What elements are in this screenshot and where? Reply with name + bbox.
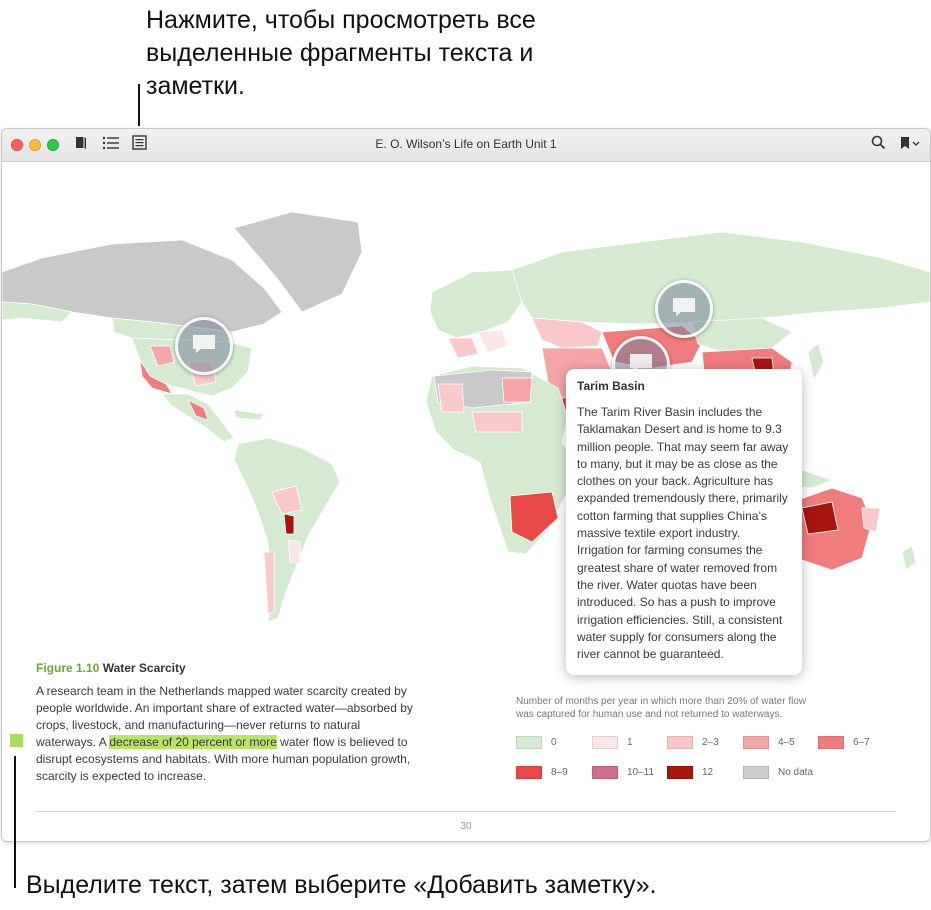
speech-bubble-icon bbox=[671, 296, 697, 323]
figure-caption: Figure 1.10 Water Scarcity bbox=[36, 661, 421, 675]
legend-label: 8–9 bbox=[551, 766, 568, 778]
legend-swatch bbox=[667, 735, 693, 749]
legend-item: 2–3 bbox=[667, 735, 719, 749]
legend-item: 8–9 bbox=[516, 765, 568, 779]
legend-swatch bbox=[743, 735, 769, 749]
legend-label: 12 bbox=[702, 766, 714, 778]
legend-item: No data bbox=[743, 765, 813, 779]
note-marker[interactable] bbox=[10, 734, 23, 747]
legend-swatch bbox=[516, 765, 542, 779]
search-button[interactable] bbox=[867, 135, 889, 155]
legend-label: 0 bbox=[551, 736, 557, 748]
note-popover[interactable]: Tarim Basin The Tarim River Basin includ… bbox=[566, 369, 802, 676]
legend-label: 6–7 bbox=[853, 736, 870, 748]
search-icon bbox=[871, 135, 886, 155]
legend-swatch bbox=[743, 765, 769, 779]
legend-swatch bbox=[592, 765, 618, 779]
legend-swatch bbox=[592, 735, 618, 749]
popover-title: Tarim Basin bbox=[577, 379, 645, 393]
legend-label: 1 bbox=[627, 736, 633, 748]
legend-item: 6–7 bbox=[818, 735, 870, 749]
legend-label: No data bbox=[778, 766, 814, 778]
map-note-pin-north-america[interactable] bbox=[175, 317, 233, 375]
bookmark-button[interactable] bbox=[895, 135, 925, 155]
callout-add-note: Выделите текст, затем выберите «Добавить… bbox=[26, 871, 657, 899]
legend-label: 10–11 bbox=[627, 766, 655, 778]
figure-title: Water Scarcity bbox=[102, 661, 186, 675]
page-number: 30 bbox=[460, 821, 472, 832]
page-divider bbox=[36, 811, 896, 812]
title-bar: E. O. Wilson’s Life on Earth Unit 1 bbox=[2, 129, 930, 162]
highlighted-text[interactable]: decrease of 20 percent or more bbox=[109, 735, 277, 749]
legend-item: 1 bbox=[592, 735, 633, 749]
callout-leader-line bbox=[14, 756, 16, 888]
callout-leader-line bbox=[138, 84, 140, 126]
map-note-pin-russia[interactable] bbox=[655, 280, 713, 338]
speech-bubble-icon bbox=[191, 333, 217, 360]
legend-swatch bbox=[516, 735, 542, 749]
legend-swatch bbox=[667, 765, 693, 779]
window-title: E. O. Wilson’s Life on Earth Unit 1 bbox=[375, 137, 557, 151]
legend-label: 2–3 bbox=[702, 736, 719, 748]
figure-body-text[interactable]: A research team in the Netherlands mappe… bbox=[36, 683, 421, 785]
legend-item: 0 bbox=[516, 735, 557, 749]
figure-number: Figure 1.10 bbox=[36, 661, 100, 675]
legend-swatch bbox=[818, 735, 844, 749]
figure-caption-block: Figure 1.10 Water Scarcity A research te… bbox=[36, 661, 421, 785]
legend-title: Number of months per year in which more … bbox=[516, 696, 807, 720]
legend-label: 4–5 bbox=[778, 736, 795, 748]
popover-body: The Tarim River Basin includes the Takla… bbox=[577, 405, 789, 662]
legend-item: 10–11 bbox=[592, 765, 654, 779]
bookmark-icon bbox=[898, 136, 922, 155]
legend-item: 4–5 bbox=[743, 735, 795, 749]
book-window: E. O. Wilson’s Life on Earth Unit 1 Tari… bbox=[1, 128, 931, 842]
legend-item: 12 bbox=[667, 765, 713, 779]
callout-highlights-notes: Нажмите, чтобы просмотреть все выделенны… bbox=[146, 6, 536, 100]
